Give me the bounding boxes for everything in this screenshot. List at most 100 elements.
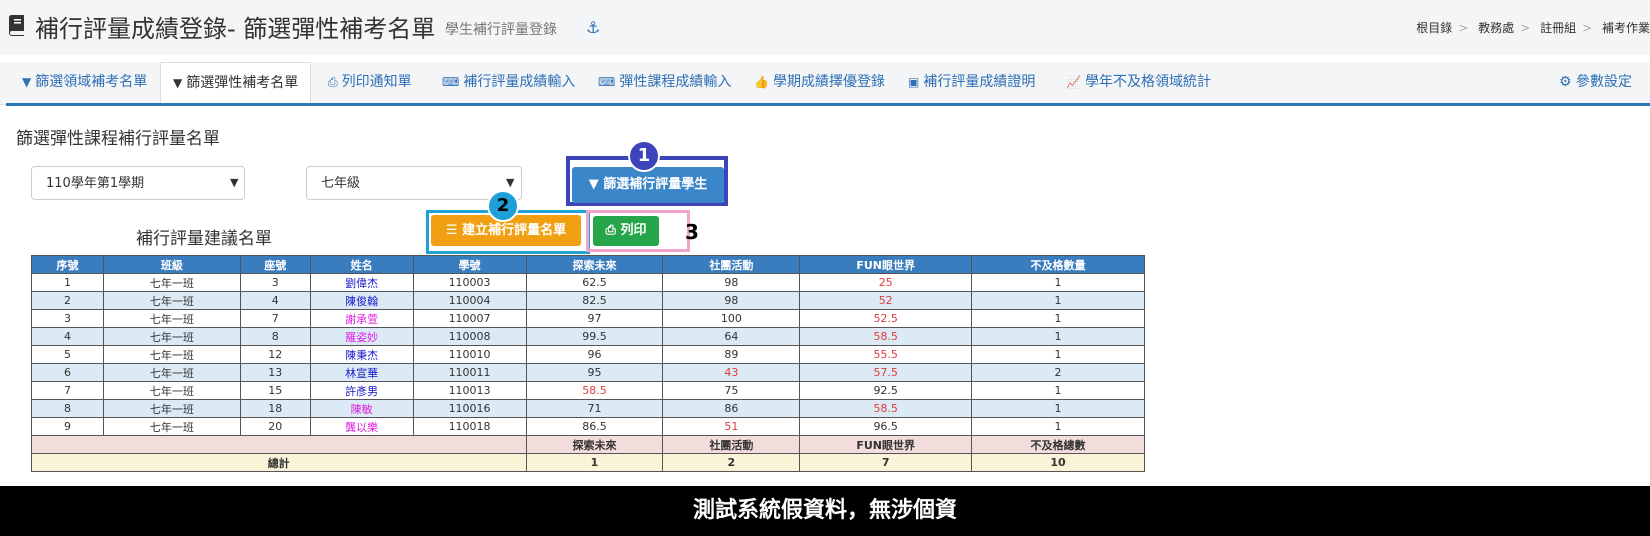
cell: 110008 <box>412 327 527 346</box>
table-row: 1 七年一班 3 劉偉杰 110003 62.5 98 25 1 <box>31 273 1145 292</box>
cell: 58.5 <box>525 381 664 400</box>
thumbs-up-icon: 👍 <box>754 75 769 89</box>
col-header: 班級 <box>102 255 241 274</box>
cell: 15 <box>239 381 311 400</box>
cell: 110004 <box>412 291 527 310</box>
table-row: 5 七年一班 12 陳秉杰 110010 96 89 55.5 1 <box>31 345 1145 364</box>
table-row: 7 七年一班 15 許彥男 110013 58.5 75 92.5 1 <box>31 381 1145 400</box>
total-row: 總計 1 2 7 10 <box>31 453 1145 472</box>
cell: 57.5 <box>799 363 973 382</box>
cell: 9 <box>31 417 104 436</box>
tab-filter-elective[interactable]: ▼ 篩選彈性補考名單 <box>160 62 312 105</box>
cell: 58.5 <box>799 399 973 418</box>
cell: 1 <box>971 291 1145 310</box>
filter-icon: ▼ <box>173 76 183 90</box>
table-row: 3 七年一班 7 謝承萱 110007 97 100 52.5 1 <box>31 309 1145 328</box>
anchor-icon[interactable]: ⚓ <box>586 18 600 37</box>
cell: 12 <box>239 345 311 364</box>
cell: 1 <box>971 345 1145 364</box>
summary-header: 社團活動 <box>662 435 801 454</box>
tab-filter-domain[interactable]: ▼ 篩選領域補考名單 <box>10 62 159 102</box>
cell: 110007 <box>412 309 527 328</box>
cell: 1 <box>971 381 1145 400</box>
cell: 110011 <box>412 363 527 382</box>
print-button[interactable]: ⎙ 列印 <box>593 216 659 246</box>
tab-bar: ▼ 篩選領域補考名單 ▼ 篩選彈性補考名單 ⎙ 列印通知單 ⌨ 補行評量成績輸入 ⌨ 彈性… <box>0 62 1650 105</box>
book-icon <box>8 15 24 36</box>
page-subtitle: 學生補行評量登錄 <box>445 22 557 38</box>
cell: 7 <box>239 309 311 328</box>
filter-students-button[interactable]: ▼ 篩選補行評量學生 <box>572 167 724 203</box>
cell: 96.5 <box>799 417 973 436</box>
cell: 25 <box>799 273 973 292</box>
cell: 89 <box>662 345 801 364</box>
table-row: 6 七年一班 13 林宣華 110011 95 43 57.5 2 <box>31 363 1145 382</box>
cell: 52.5 <box>799 309 973 328</box>
cell: 97 <box>525 309 664 328</box>
summary-header: FUN眼世界 <box>799 435 973 454</box>
col-header: FUN眼世界 <box>799 255 973 274</box>
step-badge-2: 2 <box>487 190 519 222</box>
line-chart-icon: 📈 <box>1066 75 1081 89</box>
cell: 7 <box>31 381 104 400</box>
student-name: 劉偉杰 <box>309 273 414 292</box>
student-name: 陳俊翰 <box>309 291 414 310</box>
col-header: 姓名 <box>309 255 414 274</box>
cell: 8 <box>239 327 311 346</box>
keyboard-icon: ⌨ <box>598 75 616 89</box>
col-header: 社團活動 <box>662 255 801 274</box>
cell: 110010 <box>412 345 527 364</box>
cell: 1 <box>971 309 1145 328</box>
panel-title: 篩選彈性課程補行評量名單 <box>16 129 220 149</box>
cell: 100 <box>662 309 801 328</box>
breadcrumb-item[interactable]: 補考作業 <box>1602 21 1650 35</box>
cell: 52 <box>799 291 973 310</box>
filter-icon: ▼ <box>588 177 599 192</box>
cell: 4 <box>239 291 311 310</box>
print-icon: ⎙ <box>328 75 338 89</box>
suggest-list-title: 補行評量建議名單 <box>136 229 272 249</box>
breadcrumb-item[interactable]: 根目錄 <box>1416 21 1452 35</box>
cell: 七年一班 <box>102 345 241 364</box>
cell: 20 <box>239 417 311 436</box>
cell: 99.5 <box>525 327 664 346</box>
table-row: 8 七年一班 18 陳敏 110016 71 86 58.5 1 <box>31 399 1145 418</box>
tab-makeup-certificate[interactable]: ▣ 補行評量成績證明 <box>896 62 1047 102</box>
total-value: 2 <box>662 453 801 472</box>
table-row: 9 七年一班 20 龔以樂 110018 86.5 51 96.5 1 <box>31 417 1145 436</box>
cell: 62.5 <box>525 273 664 292</box>
tab-print-notice[interactable]: ⎙ 列印通知單 <box>316 62 424 102</box>
filter-icon: ▼ <box>22 75 32 89</box>
breadcrumb-item[interactable]: 註冊組 <box>1540 21 1576 35</box>
cell: 七年一班 <box>102 273 241 292</box>
col-header: 序號 <box>31 255 104 274</box>
student-name: 陳敏 <box>309 399 414 418</box>
cell: 58.5 <box>799 327 973 346</box>
semester-select[interactable]: 110學年第1學期 <box>31 166 245 200</box>
cell: 2 <box>31 291 104 310</box>
grade-select[interactable]: 七年級 <box>306 166 522 200</box>
cell: 3 <box>31 309 104 328</box>
tab-semester-best[interactable]: 👍 學期成績擇優登錄 <box>742 62 897 102</box>
cell: 5 <box>31 345 104 364</box>
cell: 8 <box>31 399 104 418</box>
breadcrumb: 根目錄 > 教務處 > 註冊組 > 補考作業 <box>1416 21 1650 35</box>
settings-button[interactable]: ⚙ 參數設定 <box>1559 62 1632 102</box>
tab-elective-score-input[interactable]: ⌨ 彈性課程成績輸入 <box>586 62 743 102</box>
cell: 110018 <box>412 417 527 436</box>
student-name: 謝承萱 <box>309 309 414 328</box>
tab-year-fail-stats[interactable]: 📈 學年不及格領域統計 <box>1054 62 1223 102</box>
cell: 64 <box>662 327 801 346</box>
cell: 七年一班 <box>102 399 241 418</box>
cell: 86 <box>662 399 801 418</box>
summary-header: 探索未來 <box>525 435 664 454</box>
cell: 3 <box>239 273 311 292</box>
total-value: 10 <box>971 453 1145 472</box>
breadcrumb-item[interactable]: 教務處 <box>1478 21 1514 35</box>
cell: 1 <box>971 399 1145 418</box>
cell: 6 <box>31 363 104 382</box>
suggest-table: 序號 班級 座號 姓名 學號 探索未來 社團活動 FUN眼世界 不及格數量 1七… <box>31 255 1145 472</box>
cell: 110016 <box>412 399 527 418</box>
tab-makeup-score-input[interactable]: ⌨ 補行評量成績輸入 <box>430 62 587 102</box>
cell: 2 <box>971 363 1145 382</box>
